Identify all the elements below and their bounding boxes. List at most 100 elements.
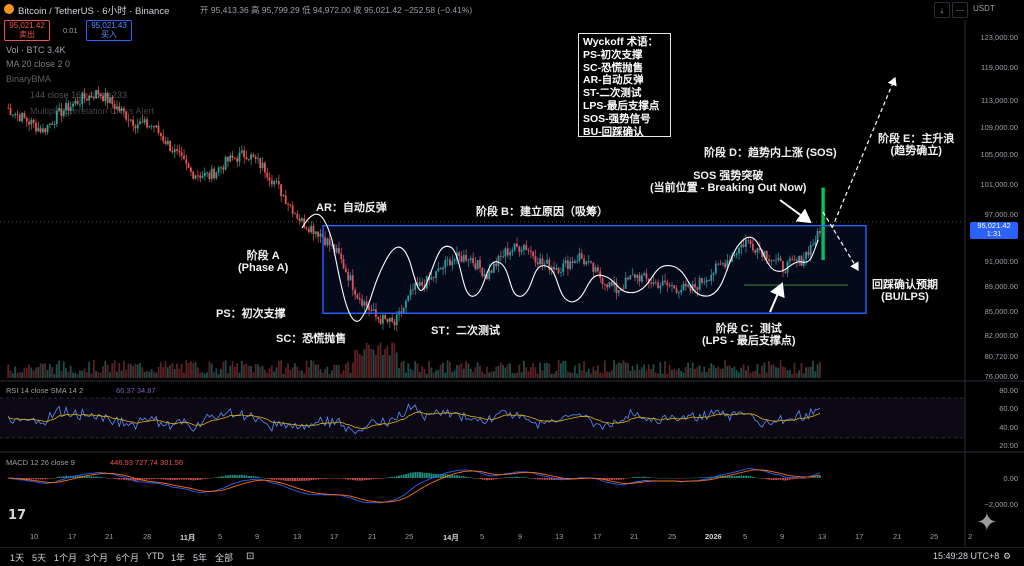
volume-bar (474, 367, 477, 378)
macd-histogram-bar (384, 477, 387, 479)
volume-bar (388, 355, 391, 378)
volume-bar (465, 361, 467, 378)
macd-histogram-bar (798, 478, 801, 479)
macd-line (8, 468, 821, 504)
timeframe-5y[interactable]: 5年 (193, 551, 207, 564)
utc-clock[interactable]: 15:49:28 UTC+8 (933, 551, 999, 561)
macd-histogram-bar (104, 477, 107, 478)
timeframe-1m[interactable]: 1个月 (54, 551, 77, 564)
volume-bar (647, 364, 650, 378)
macd-histogram-bar (499, 478, 502, 479)
macd-histogram-bar (800, 478, 803, 479)
macd-histogram-bar (682, 478, 685, 479)
macd-histogram-bar (696, 477, 699, 479)
volume-bar (640, 367, 643, 378)
quote-currency[interactable]: USDT (973, 4, 995, 13)
candle-body (178, 150, 181, 153)
time-tick: 25 (668, 532, 677, 541)
volume-bar (472, 372, 474, 378)
volume-bar (243, 364, 245, 378)
volume-bar (118, 362, 121, 378)
ma-legend[interactable]: MA 20 close 2 0 (6, 59, 70, 69)
macd-histogram-bar (109, 478, 111, 479)
macd-histogram-bar (504, 477, 507, 478)
volume-bar (102, 366, 104, 378)
candle-body (377, 316, 380, 319)
timeframe-1y[interactable]: 1年 (171, 551, 185, 564)
timeframe-1d[interactable]: 1天 (10, 551, 24, 564)
macd-histogram-bar (462, 476, 465, 478)
symbol-title[interactable]: Bitcoin / TetherUS · 6小时 · Binance (18, 3, 169, 17)
macd-histogram-bar (155, 478, 158, 479)
buy-button[interactable]: 95,021.43 买入 (86, 20, 132, 41)
ema-legend[interactable]: 144 close 169 close 233 (30, 90, 127, 100)
candle-body (48, 123, 51, 125)
volume-bar (710, 363, 713, 378)
macd-legend[interactable]: MACD 12 26 close 9 (6, 458, 75, 467)
candle-body (28, 121, 30, 125)
download-icon[interactable]: ↓ (934, 2, 950, 18)
timeframe-3m[interactable]: 3个月 (85, 551, 108, 564)
macd-histogram-bar (758, 478, 761, 479)
macd-histogram-bar (208, 478, 211, 479)
macd-histogram-bar (25, 478, 28, 479)
macd-histogram-bar (742, 475, 745, 478)
candle-body (245, 157, 248, 160)
more-icon[interactable]: ⋯ (952, 2, 968, 18)
macd-histogram-bar (97, 476, 100, 478)
volume-bar (148, 371, 151, 378)
timeframe-all[interactable]: 全部 (215, 551, 233, 564)
macd-histogram-bar (44, 478, 47, 480)
volume-bar (305, 360, 308, 378)
volume-bar (444, 372, 447, 378)
macd-histogram-bar (236, 475, 239, 478)
macd-histogram-bar (456, 475, 458, 478)
candle-body (314, 231, 317, 235)
volume-bar (372, 349, 375, 378)
macd-histogram-bar (400, 475, 403, 478)
volume-bars (7, 342, 821, 378)
wyckoff-term: PS-初次支撑 (583, 48, 643, 61)
macd-histogram-bar (451, 475, 454, 478)
bbma-legend[interactable]: BinaryBMA (6, 74, 51, 84)
candle-body (171, 151, 174, 153)
date-range-icon[interactable]: ⊡ (246, 551, 254, 562)
candle-body (275, 181, 278, 182)
volume-legend[interactable]: Vol · BTC 3.4K (6, 45, 66, 55)
macd-histogram-bar (238, 474, 241, 478)
rsi-legend[interactable]: RSI 14 close SMA 14 2 (6, 386, 83, 395)
macd-histogram-bar (271, 478, 273, 480)
volume-bar (39, 363, 42, 378)
time-tick: 5 (218, 532, 223, 541)
volume-bar (67, 371, 70, 378)
volume-bar (601, 372, 604, 378)
candle-body (388, 317, 391, 322)
timeframe-5d[interactable]: 5天 (32, 551, 46, 564)
macd-histogram-bar (749, 476, 752, 478)
volume-bar (511, 372, 514, 378)
sell-button[interactable]: 95,021.42 卖出 (4, 20, 50, 41)
volume-bar (213, 372, 215, 378)
macd-histogram-bar (317, 478, 320, 480)
volume-bar (560, 363, 562, 378)
volume-bar (749, 372, 752, 378)
timeframe-6m[interactable]: 6个月 (116, 551, 139, 564)
volume-bar (724, 360, 726, 378)
timeframe-ytd[interactable]: YTD (146, 551, 164, 561)
volume-bar (661, 373, 664, 378)
volume-bar (788, 369, 791, 378)
macd-histogram-bar (506, 477, 509, 478)
macd-histogram-bar (217, 476, 220, 478)
candle-body (231, 155, 234, 158)
volume-bar (270, 365, 273, 378)
volume-bar (183, 372, 185, 378)
volume-bar (455, 365, 458, 378)
macd-histogram-bar (543, 478, 546, 480)
macd-histogram-bar (407, 473, 410, 478)
volume-bar (377, 345, 380, 378)
bar-countdown: 1:31 (986, 229, 1002, 238)
macd-histogram-bar (88, 476, 91, 478)
volume-bar (284, 367, 287, 378)
settings-icon[interactable]: ⚙ (1003, 551, 1011, 562)
correlation-legend[interactable]: Multiple Correlation Cross Alert (30, 106, 154, 116)
